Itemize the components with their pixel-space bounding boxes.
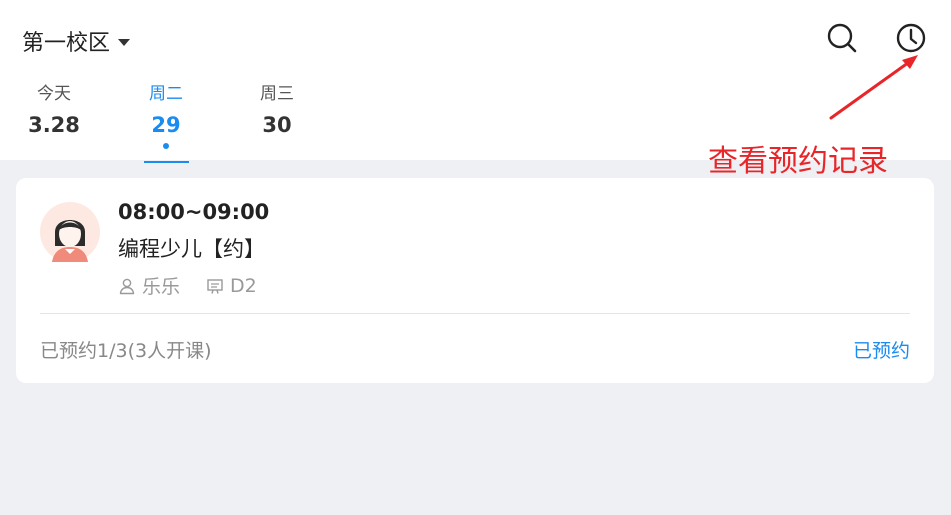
annotation-label: 查看预约记录 — [708, 144, 888, 179]
day-date: 30 — [262, 113, 292, 137]
day-weekday: 今天 — [37, 84, 71, 104]
booked-button[interactable]: 已预约 — [853, 336, 910, 363]
day-weekday: 周二 — [149, 84, 183, 104]
day-tab-wednesday[interactable]: 周三 30 — [237, 82, 317, 139]
day-date: 3.28 — [28, 113, 80, 137]
class-meta: 乐乐 D2 — [118, 272, 257, 299]
class-card[interactable]: 08:00~09:00 编程少儿【约】 乐乐 D2 已预约1/3(3人开课) 已… — [16, 178, 934, 383]
campus-selector[interactable]: 第一校区 — [22, 24, 131, 58]
day-date: 29 — [151, 113, 181, 137]
active-tab-underline — [143, 161, 189, 163]
day-tab-tuesday[interactable]: 周二 29 — [126, 82, 206, 163]
teacher-avatar — [40, 202, 100, 262]
classroom-icon — [207, 278, 223, 294]
class-time: 08:00~09:00 — [118, 200, 270, 224]
day-tab-today[interactable]: 今天 3.28 — [14, 82, 94, 139]
room-info: D2 — [206, 275, 257, 297]
has-class-dot — [163, 143, 169, 149]
course-name: 编程少儿【约】 — [118, 237, 265, 261]
teacher-name: 乐乐 — [142, 276, 181, 298]
day-weekday: 周三 — [260, 84, 294, 104]
card-divider — [40, 313, 910, 314]
room-name: D2 — [230, 274, 257, 297]
campus-label: 第一校区 — [22, 31, 111, 56]
teacher-info: 乐乐 — [118, 272, 180, 299]
caret-down-icon — [118, 38, 131, 46]
annotation-arrow — [829, 55, 918, 120]
booking-status: 已预约1/3(3人开课) — [40, 340, 212, 362]
person-icon — [119, 278, 135, 294]
